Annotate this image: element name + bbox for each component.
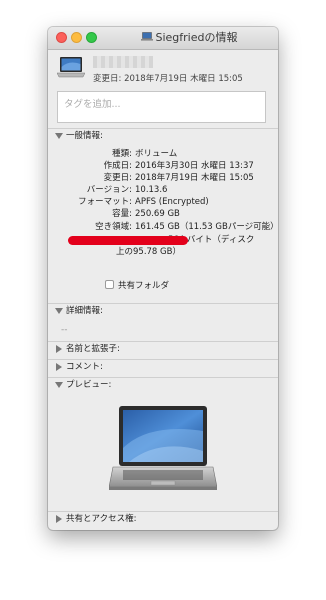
minimize-button[interactable] [71, 32, 82, 43]
header-modified-date: 変更日: 2018年7月19日 木曜日 15:05 [93, 74, 243, 84]
free-value: 161.45 GB（11.53 GBパージ可能） [135, 222, 278, 232]
comments-section: コメント: [48, 359, 278, 374]
version-label: バージョン: [86, 185, 132, 195]
title-bar: Siegfriedの情報 [48, 27, 278, 50]
preview-section: プレビュー: [48, 377, 278, 392]
preview-title: プレビュー: [66, 380, 112, 390]
shared-folder-checkbox[interactable] [105, 280, 114, 289]
kind-label: 種類: [112, 149, 132, 159]
laptop-icon [140, 27, 153, 49]
general-section-header[interactable]: 一般情報: [48, 129, 278, 143]
modified-label: 変更日: [103, 173, 132, 183]
disclosure-triangle-icon[interactable] [56, 345, 62, 353]
disclosure-triangle-icon[interactable] [56, 363, 62, 371]
more-info-value: -- [61, 325, 68, 335]
name-ext-section: 名前と拡張子: [48, 341, 278, 356]
zoom-button[interactable] [86, 32, 97, 43]
sharing-title: 共有とアクセス権: [66, 514, 137, 524]
format-label: フォーマット: [78, 197, 132, 207]
disclosure-triangle-icon[interactable] [56, 515, 62, 523]
disclosure-triangle-icon[interactable] [55, 382, 63, 388]
redaction-mark [68, 236, 188, 245]
sharing-section: 共有とアクセス権: [48, 511, 278, 526]
info-window: Siegfriedの情報 変更日: 2018年7月19日 木曜日 15:05 タ… [48, 27, 278, 530]
close-button[interactable] [56, 32, 67, 43]
sharing-header[interactable]: 共有とアクセス権: [48, 512, 278, 526]
disclosure-triangle-icon[interactable] [55, 133, 63, 139]
name-ext-title: 名前と拡張子: [66, 344, 120, 354]
kind-value: ボリューム [135, 149, 178, 159]
more-info-title: 詳細情報: [66, 306, 103, 316]
name-ext-header[interactable]: 名前と拡張子: [48, 342, 278, 356]
window-title: Siegfriedの情報 [108, 27, 270, 49]
format-value: APFS (Encrypted) [135, 197, 209, 207]
version-value: 10.13.6 [135, 185, 168, 195]
general-section: 一般情報: [48, 128, 278, 143]
modified-value: 2018年7月19日 木曜日 15:05 [135, 173, 254, 183]
shared-folder-label: 共有フォルダ [118, 281, 170, 291]
general-section-title: 一般情報: [66, 131, 103, 141]
window-title-text: Siegfriedの情報 [155, 31, 238, 44]
free-label: 空き領域: [95, 222, 132, 232]
preview-header[interactable]: プレビュー: [48, 378, 278, 392]
used-value-cont: 上の95.78 GB） [116, 247, 181, 257]
more-info-header[interactable]: 詳細情報: [48, 304, 278, 318]
file-header: 変更日: 2018年7月19日 木曜日 15:05 [48, 50, 278, 90]
created-label: 作成日: [103, 161, 132, 171]
disclosure-triangle-icon[interactable] [55, 308, 63, 314]
capacity-value: 250.69 GB [135, 209, 180, 219]
tags-input[interactable]: タグを追加... [57, 91, 266, 123]
created-value: 2016年3月30日 水曜日 13:37 [135, 161, 254, 171]
comments-title: コメント: [66, 362, 103, 372]
comments-header[interactable]: コメント: [48, 360, 278, 374]
capacity-label: 容量: [112, 209, 132, 219]
volume-icon [56, 55, 86, 85]
preview-laptop-image [108, 403, 218, 501]
more-info-section: 詳細情報: [48, 303, 278, 318]
redacted-filename [93, 56, 153, 68]
